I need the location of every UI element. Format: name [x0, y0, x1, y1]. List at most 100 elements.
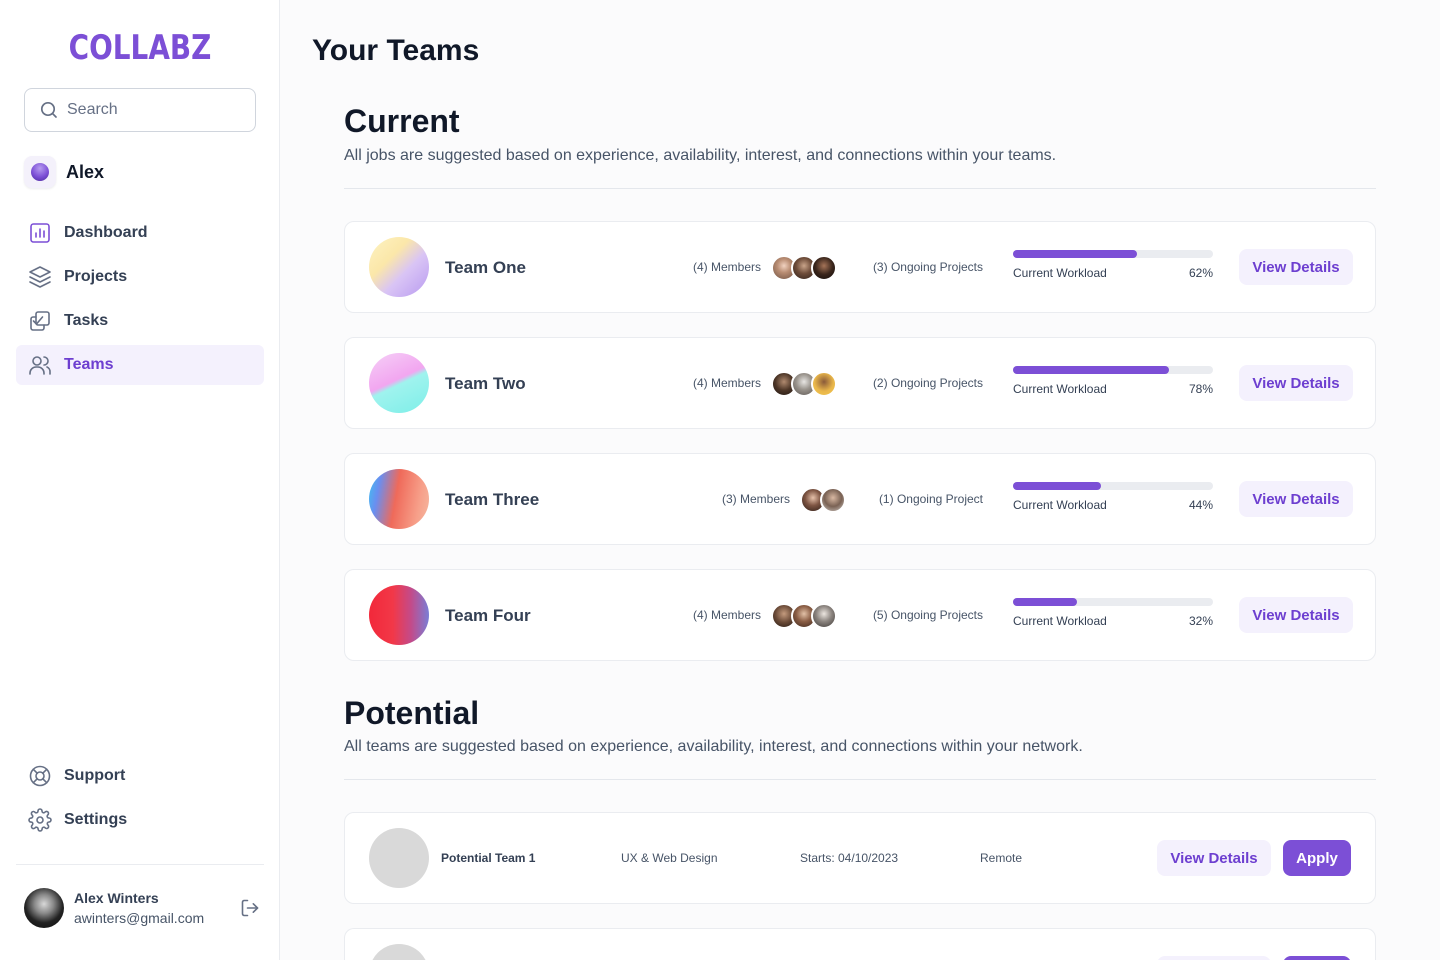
potential-team-location: Remote	[980, 851, 1023, 865]
workload-label: Current Workload	[1013, 266, 1107, 280]
ongoing-projects: (2) Ongoing Projects	[872, 376, 983, 390]
workload-percent: 78%	[1188, 382, 1213, 396]
workload-progress-bar	[1013, 366, 1213, 374]
workload-progress-fill	[1013, 250, 1137, 258]
member-avatar	[811, 255, 837, 281]
members-count: (4) Members	[692, 376, 761, 390]
workload-progress-bar	[1013, 598, 1213, 606]
user-avatar	[24, 888, 64, 928]
apply-button-partial[interactable]	[1283, 956, 1351, 960]
team-name: Team Three	[445, 490, 540, 509]
ongoing-projects: (1) Ongoing Project	[878, 492, 983, 506]
potential-team-category: UX & Web Design	[621, 851, 718, 865]
team-avatar	[369, 237, 429, 297]
team-card-team-two[interactable]: Team Two (4) Members (2) Ongoing Project…	[344, 337, 1376, 429]
search-input[interactable]	[67, 101, 247, 119]
potential-team-card[interactable]: Potential Team 1 UX & Web Design Starts:…	[344, 812, 1376, 904]
team-name: Team Two	[445, 374, 526, 393]
potential-section-title: Potential	[344, 695, 480, 731]
members-count: (3) Members	[721, 492, 790, 506]
team-avatar	[369, 585, 429, 645]
potential-section-subtitle: All teams are suggested based on experie…	[344, 738, 1083, 755]
team-avatar	[369, 469, 429, 529]
current-section-title: Current	[344, 103, 460, 139]
member-avatars[interactable]	[800, 487, 848, 513]
logout-icon[interactable]	[240, 898, 260, 918]
sidebar-divider	[16, 864, 264, 865]
members-count: (4) Members	[692, 608, 761, 622]
current-section-subtitle: All jobs are suggested based on experien…	[344, 147, 1057, 164]
members-count: (4) Members	[692, 260, 761, 274]
search-box[interactable]	[24, 88, 256, 132]
workload-progress-fill	[1013, 482, 1101, 490]
workload-label: Current Workload	[1013, 498, 1107, 512]
workload-progress-bar	[1013, 482, 1213, 490]
gear-icon	[28, 808, 52, 832]
view-details-button[interactable]: View Details	[1239, 597, 1353, 633]
workload-progress-fill	[1013, 366, 1169, 374]
potential-team-name: Potential Team 1	[441, 851, 536, 865]
potential-team-start-date: Starts: 04/10/2023	[800, 851, 899, 865]
brand-logo[interactable]: COLLABZ	[25, 28, 255, 68]
view-details-button-partial[interactable]	[1157, 956, 1271, 960]
workload-label: Current Workload	[1013, 382, 1107, 396]
potential-team-card-partial[interactable]	[344, 928, 1376, 960]
team-avatar-placeholder	[369, 828, 429, 888]
member-avatar	[811, 371, 837, 397]
nav-label: Projects	[64, 268, 128, 285]
team-name: Team One	[445, 258, 526, 277]
workload-percent: 32%	[1188, 614, 1213, 628]
nav-item-tasks[interactable]: Tasks	[16, 301, 264, 341]
layers-icon	[29, 266, 51, 288]
member-avatars[interactable]	[771, 371, 839, 397]
team-name: Team Four	[445, 606, 531, 625]
nav-label: Dashboard	[64, 224, 148, 241]
view-details-button[interactable]: View Details	[1157, 840, 1271, 876]
ongoing-projects: (5) Ongoing Projects	[872, 608, 983, 622]
main-nav: Dashboard Projects Tasks Teams	[16, 213, 264, 389]
user-email: awinters@gmail.com	[74, 910, 205, 926]
member-avatar	[811, 603, 837, 629]
nav-item-dashboard[interactable]: Dashboard	[16, 213, 264, 253]
nav-item-projects[interactable]: Projects	[16, 257, 264, 297]
team-card-team-four[interactable]: Team Four (4) Members (5) Ongoing Projec…	[344, 569, 1376, 661]
secondary-nav: Support Settings	[16, 756, 264, 844]
workload-progress-fill	[1013, 598, 1077, 606]
team-avatar-placeholder	[369, 944, 429, 960]
nav-label: Teams	[64, 356, 114, 373]
page-title: Your Teams	[312, 34, 480, 67]
sidebar: COLLABZ Alex Dashboard Projects Tasks Te…	[0, 0, 280, 960]
nav-label: Support	[64, 767, 126, 784]
nav-item-support[interactable]: Support	[16, 756, 264, 796]
view-details-button[interactable]: View Details	[1239, 365, 1353, 401]
life-buoy-icon	[29, 765, 51, 787]
user-profile[interactable]: Alex Winters awinters@gmail.com	[24, 888, 260, 928]
workload-percent: 62%	[1188, 266, 1213, 280]
team-avatar	[369, 353, 429, 413]
workspace-name: Alex	[66, 161, 105, 182]
users-icon	[29, 356, 51, 375]
workspace-selector[interactable]: Alex	[24, 156, 104, 188]
ongoing-projects: (3) Ongoing Projects	[872, 260, 983, 274]
apply-button[interactable]: Apply	[1283, 840, 1351, 876]
nav-label: Tasks	[64, 312, 109, 329]
user-name: Alex Winters	[74, 890, 159, 906]
member-avatars[interactable]	[771, 255, 839, 281]
workload-label: Current Workload	[1013, 614, 1107, 628]
current-section-divider	[344, 188, 1376, 189]
view-details-button[interactable]: View Details	[1239, 481, 1353, 517]
member-avatar	[820, 487, 846, 513]
nav-item-settings[interactable]: Settings	[16, 800, 264, 840]
nav-item-teams[interactable]: Teams	[16, 345, 264, 385]
potential-section-divider	[344, 779, 1376, 780]
check-square-icon	[30, 311, 50, 331]
member-avatars[interactable]	[771, 603, 839, 629]
nav-label: Settings	[64, 811, 128, 828]
view-details-button[interactable]: View Details	[1239, 249, 1353, 285]
team-card-team-one[interactable]: Team One (4) Members (3) Ongoing Project…	[344, 221, 1376, 313]
search-icon	[40, 101, 57, 118]
workload-progress-bar	[1013, 250, 1213, 258]
team-card-team-three[interactable]: Team Three (3) Members (1) Ongoing Proje…	[344, 453, 1376, 545]
bar-chart-icon	[30, 223, 50, 243]
workspace-avatar	[24, 156, 56, 188]
